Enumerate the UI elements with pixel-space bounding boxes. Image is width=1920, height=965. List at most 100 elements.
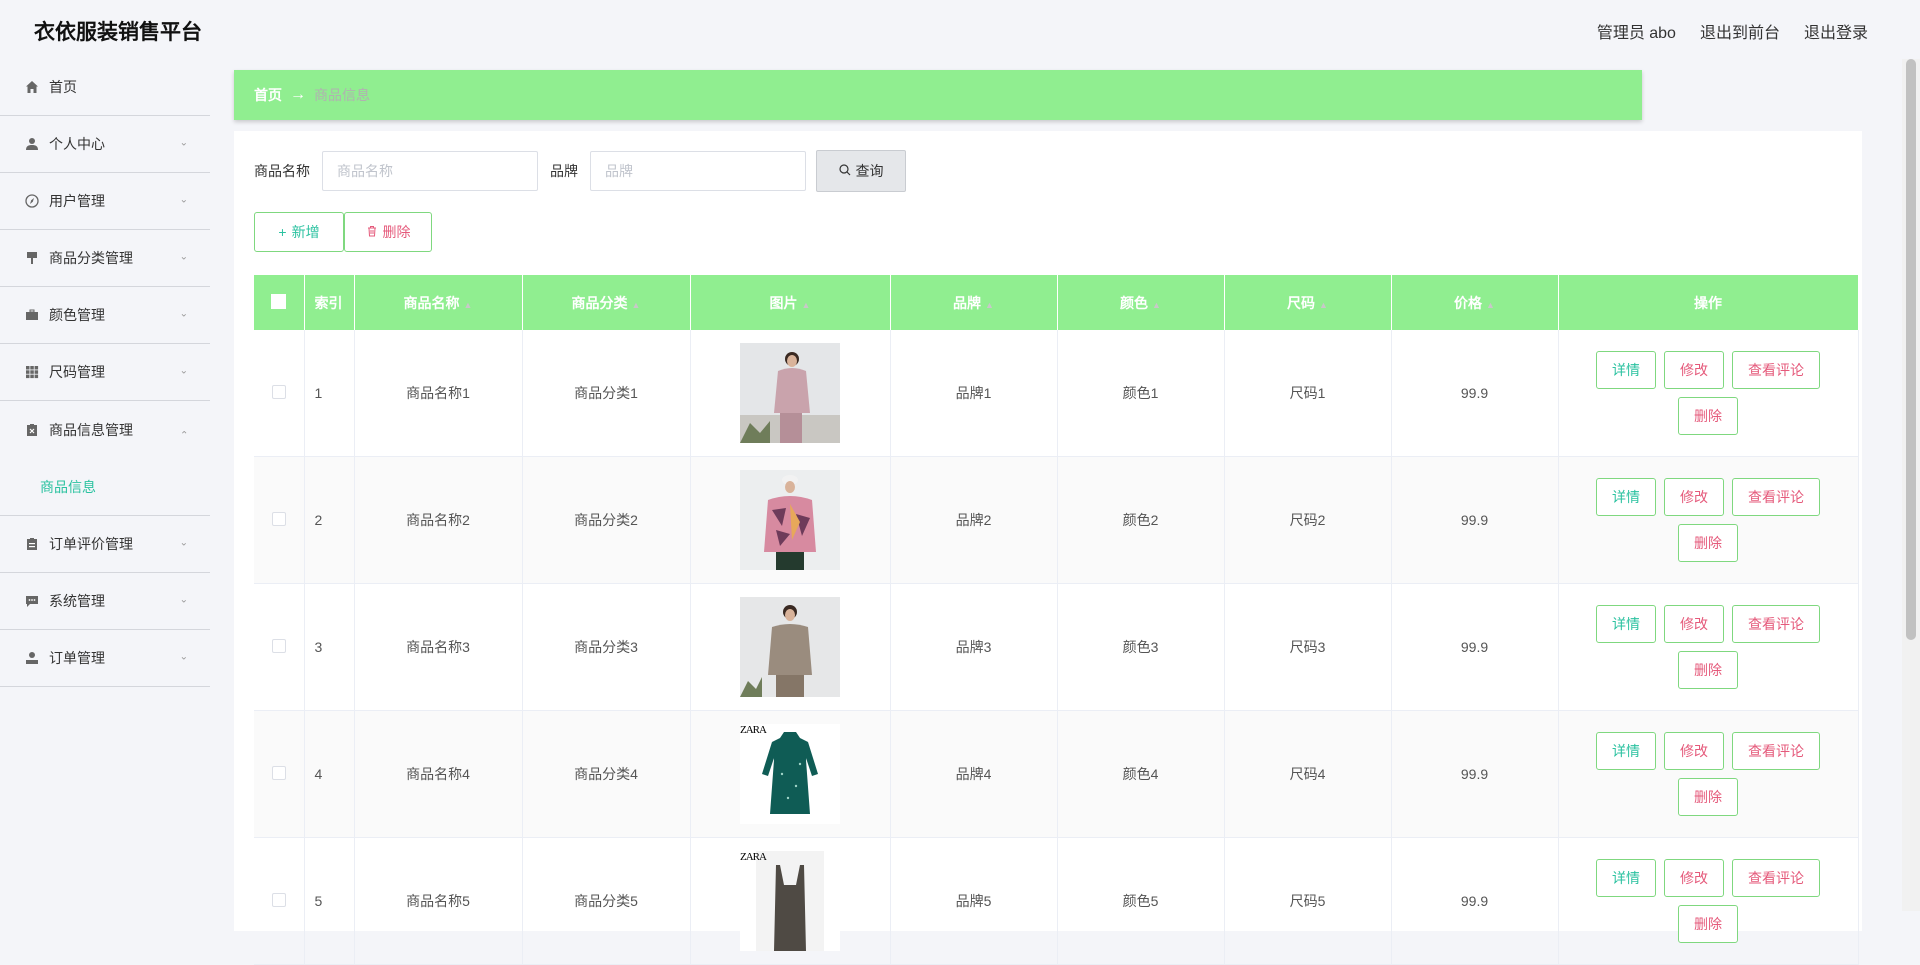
user-icon — [24, 136, 40, 152]
sidebar-item-users[interactable]: 用户管理 ⌄ — [0, 173, 210, 230]
edit-button[interactable]: 修改 — [1664, 478, 1724, 516]
header-label: 颜色 — [1120, 294, 1149, 311]
header-category[interactable]: 商品分类 ▲ — [522, 275, 691, 330]
chevron-down-icon: ⌄ — [179, 308, 188, 320]
sidebar-item-order-reviews[interactable]: 订单评价管理 ⌄ — [0, 516, 210, 573]
row-operations: 详情 修改 查看评论 删除 — [1558, 837, 1859, 965]
admin-user-label: 管理员 abo — [1596, 25, 1676, 42]
row-price: 99.9 — [1391, 837, 1559, 965]
row-color: 颜色3 — [1057, 583, 1225, 711]
header-label: 品牌 — [953, 294, 982, 311]
query-button[interactable]: 查询 — [816, 150, 906, 192]
sidebar-item-colors[interactable]: 颜色管理 ⌄ — [0, 287, 210, 344]
product-image[interactable] — [740, 470, 840, 570]
detail-button[interactable]: 详情 — [1596, 605, 1656, 643]
sort-icon: ▲ — [463, 299, 473, 310]
detail-button[interactable]: 详情 — [1596, 478, 1656, 516]
logout-link[interactable]: 退出登录 — [1804, 19, 1868, 43]
row-operations: 详情 修改 查看评论 删除 — [1558, 583, 1859, 711]
row-size: 尺码1 — [1224, 330, 1392, 457]
header-color[interactable]: 颜色 ▲ — [1057, 275, 1225, 330]
bulk-delete-button[interactable]: 删除 — [344, 212, 432, 252]
sidebar-item-system[interactable]: 系统管理 ⌄ — [0, 573, 210, 630]
header-product-name[interactable]: 商品名称 ▲ — [354, 275, 523, 330]
row-image-cell — [690, 330, 891, 457]
delete-row-button[interactable]: 删除 — [1678, 651, 1738, 689]
sidebar-item-label: 个人中心 — [49, 136, 105, 152]
row-select-cell — [254, 330, 305, 457]
search-bar: 商品名称 品牌 查询 — [254, 150, 906, 192]
trash-icon — [366, 224, 378, 240]
row-category: 商品分类4 — [522, 710, 691, 838]
view-reviews-button[interactable]: 查看评论 — [1732, 732, 1820, 770]
view-reviews-button[interactable]: 查看评论 — [1732, 478, 1820, 516]
product-table: 索引 商品名称 ▲ 商品分类 ▲ 图片 ▲ 品牌 ▲ 颜色 ▲ 尺码 ▲ 价格 ▲ 操作 1 … — [254, 275, 1859, 965]
product-image[interactable]: ZARA — [740, 851, 840, 951]
detail-button[interactable]: 详情 — [1596, 732, 1656, 770]
edit-button[interactable]: 修改 — [1664, 859, 1724, 897]
edit-button[interactable]: 修改 — [1664, 351, 1724, 389]
scrollbar-thumb[interactable] — [1906, 59, 1916, 640]
row-brand: 品牌4 — [890, 710, 1058, 838]
page-scrollbar[interactable] — [1902, 59, 1920, 911]
sidebar-item-sizes[interactable]: 尺码管理 ⌄ — [0, 344, 210, 401]
row-price: 99.9 — [1391, 710, 1559, 838]
sort-icon: ▲ — [985, 299, 994, 310]
row-checkbox[interactable] — [271, 892, 286, 907]
chevron-down-icon: ⌄ — [179, 594, 188, 606]
sidebar-item-orders[interactable]: 订单管理 ⌄ — [0, 630, 210, 687]
view-reviews-button[interactable]: 查看评论 — [1732, 351, 1820, 389]
brand-logo-text: ZARA — [740, 851, 767, 863]
row-index: 4 — [304, 710, 355, 838]
view-reviews-button[interactable]: 查看评论 — [1732, 859, 1820, 897]
breadcrumb-current: 商品信息 — [314, 87, 370, 103]
sidebar-item-categories[interactable]: 商品分类管理 ⌄ — [0, 230, 210, 287]
sidebar-item-label: 首页 — [49, 79, 77, 95]
edit-button[interactable]: 修改 — [1664, 732, 1724, 770]
delete-row-button[interactable]: 删除 — [1678, 397, 1738, 435]
header-size[interactable]: 尺码 ▲ — [1224, 275, 1392, 330]
product-image[interactable]: ZARA — [740, 724, 840, 824]
product-image[interactable] — [740, 597, 840, 697]
sidebar-item-label: 尺码管理 — [49, 364, 105, 380]
sidebar-item-home[interactable]: 首页 — [0, 59, 210, 116]
user-solid-icon — [24, 650, 40, 666]
row-price: 99.9 — [1391, 330, 1559, 457]
breadcrumb-home[interactable]: 首页 — [254, 85, 282, 105]
table-row: 4 商品名称4 商品分类4 ZARA 品牌4 颜色4 尺码4 99.9 详情 修… — [254, 710, 1859, 838]
app-title: 衣依服装销售平台 — [34, 21, 202, 44]
sidebar-item-product-info[interactable]: 商品信息管理 ⌄ — [0, 401, 210, 458]
row-checkbox[interactable] — [271, 638, 286, 653]
delete-row-button[interactable]: 删除 — [1678, 778, 1738, 816]
header-price[interactable]: 价格 ▲ — [1391, 275, 1559, 330]
chevron-down-icon: ⌄ — [179, 651, 188, 663]
sort-icon: ▲ — [631, 299, 641, 310]
edit-button[interactable]: 修改 — [1664, 605, 1724, 643]
row-checkbox[interactable] — [271, 765, 286, 780]
sidebar-item-personal[interactable]: 个人中心 ⌄ — [0, 116, 210, 173]
product-image[interactable] — [740, 343, 840, 443]
row-color: 颜色4 — [1057, 710, 1225, 838]
row-size: 尺码4 — [1224, 710, 1392, 838]
sidebar-subitem-product-info[interactable]: 商品信息 — [0, 458, 210, 516]
add-button-label: 新增 — [291, 224, 320, 240]
view-reviews-button[interactable]: 查看评论 — [1732, 605, 1820, 643]
header-brand[interactable]: 品牌 ▲ — [890, 275, 1058, 330]
detail-button[interactable]: 详情 — [1596, 351, 1656, 389]
detail-button[interactable]: 详情 — [1596, 859, 1656, 897]
sidebar-item-label: 商品信息管理 — [49, 421, 133, 438]
select-all-checkbox[interactable] — [271, 293, 287, 309]
add-button[interactable]: + 新增 — [254, 212, 344, 252]
delete-row-button[interactable]: 删除 — [1678, 524, 1738, 562]
exit-to-front-link[interactable]: 退出到前台 — [1700, 19, 1780, 43]
chevron-up-icon: ⌄ — [179, 427, 188, 439]
row-checkbox[interactable] — [271, 511, 286, 526]
row-checkbox[interactable] — [271, 384, 286, 399]
row-category: 商品分类1 — [522, 330, 691, 457]
brand-input[interactable] — [590, 151, 806, 191]
select-all-header[interactable] — [254, 275, 305, 330]
product-name-input[interactable] — [322, 151, 538, 191]
header-image[interactable]: 图片 ▲ — [690, 275, 891, 330]
home-icon — [24, 79, 40, 95]
row-size: 尺码3 — [1224, 583, 1392, 711]
